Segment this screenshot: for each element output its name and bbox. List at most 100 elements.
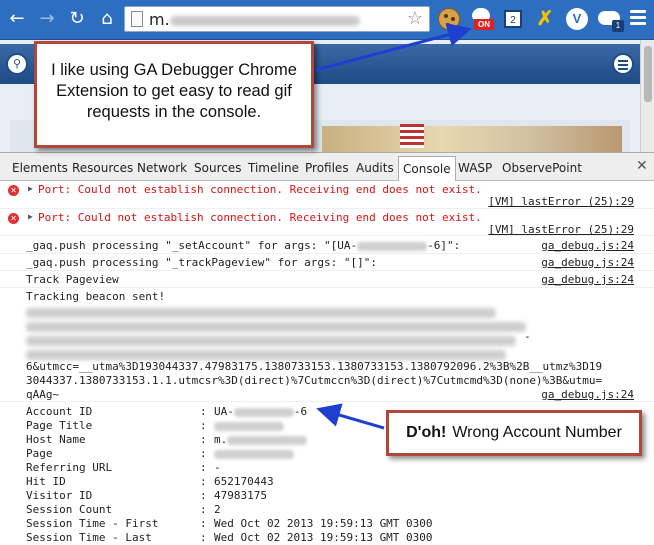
- field-separator: :: [200, 405, 207, 418]
- field-row: Session Time - First: Wed Oct 02 2013 19:…: [0, 517, 654, 531]
- field-value-text: 2: [214, 503, 221, 516]
- field-value: UA- -6: [214, 405, 307, 418]
- log-source-link[interactable]: ga_debug.js:24: [541, 273, 634, 286]
- field-label: Referring URL: [26, 461, 113, 474]
- back-arrow-icon[interactable]: ←: [6, 8, 28, 30]
- field-label: Account ID: [26, 405, 93, 418]
- console-beacon-row: Tracking beacon sent! - 6&utmcc=__utma%3…: [0, 288, 654, 402]
- page-scroll-thumb[interactable]: [644, 46, 652, 102]
- field-separator: :: [200, 517, 207, 530]
- tab-resources[interactable]: Resources: [72, 160, 133, 176]
- beacon-redacted-line: [26, 308, 496, 318]
- annotation-callout-ga-debugger: I like using GA Debugger Chrome Extensio…: [34, 41, 314, 148]
- field-value: -: [214, 461, 221, 474]
- field-separator: :: [200, 419, 207, 432]
- field-separator: :: [200, 475, 207, 488]
- field-value-redacted: [227, 435, 308, 445]
- field-value: 652170443: [214, 475, 274, 488]
- home-icon[interactable]: ⌂: [96, 8, 118, 30]
- console-panel: ✕ ▶ Port: Could not establish connection…: [0, 181, 654, 545]
- annotation-callout-wrong-account: D'oh! Wrong Account Number: [386, 410, 642, 456]
- field-separator: :: [200, 447, 207, 460]
- devtools-close-icon[interactable]: ✕: [636, 158, 648, 174]
- tab-timeline[interactable]: Timeline: [248, 160, 299, 176]
- chrome-menu-icon[interactable]: [630, 10, 646, 28]
- error-icon: ✕: [8, 213, 19, 224]
- beacon-dash: -: [524, 330, 531, 343]
- field-label: Session Time - Last: [26, 531, 152, 544]
- field-label: Visitor ID: [26, 489, 93, 502]
- field-value-text: Wed Oct 02 2013 19:59:13 GMT 0300: [214, 531, 433, 544]
- field-value: 2: [214, 503, 221, 516]
- tab-network[interactable]: Network: [137, 160, 187, 176]
- console-log-row: _gaq.push processing "_trackPageview" fo…: [0, 254, 654, 271]
- tab-audits[interactable]: Audits: [356, 160, 394, 176]
- error-source-link[interactable]: [VM] lastError (25):29: [488, 223, 634, 236]
- field-label: Session Count: [26, 503, 113, 516]
- doh-label: D'oh!: [406, 424, 447, 441]
- tab-wasp[interactable]: WASP: [458, 160, 492, 176]
- reload-icon[interactable]: ↻: [66, 8, 88, 30]
- error-icon: ✕: [8, 185, 19, 196]
- console-error-row: ✕ ▶ Port: Could not establish connection…: [0, 209, 654, 236]
- cloud-extension-icon[interactable]: 1: [598, 8, 624, 32]
- beacon-redacted-line: [26, 322, 526, 332]
- tab-observepoint[interactable]: ObservePoint: [502, 160, 582, 176]
- url-redacted: [169, 15, 360, 26]
- wrong-account-label: Wrong Account Number: [452, 424, 622, 441]
- beacon-line: 3044337.1380733153.1.1.utmcsr%3D(direct)…: [26, 374, 603, 387]
- address-text: m.: [149, 10, 360, 29]
- field-row: Hit ID:652170443: [0, 475, 654, 489]
- console-error-row: ✕ ▶ Port: Could not establish connection…: [0, 181, 654, 209]
- log-source-link[interactable]: ga_debug.js:24: [541, 239, 634, 252]
- hero-image: [322, 126, 622, 152]
- page-scrollbar[interactable]: [640, 40, 654, 152]
- field-value-text: UA-: [214, 405, 234, 418]
- tab-console[interactable]: Console: [398, 156, 456, 181]
- page-icon: [131, 11, 143, 27]
- v-shield-extension-icon[interactable]: V: [566, 8, 588, 30]
- tab-profiles[interactable]: Profiles: [305, 160, 349, 176]
- flag-image: [400, 124, 424, 148]
- field-row: Session Count:2: [0, 503, 654, 517]
- tab-elements[interactable]: Elements: [12, 160, 68, 176]
- x-extension-icon[interactable]: ✗: [534, 8, 556, 30]
- address-bar[interactable]: m. ☆: [124, 6, 430, 32]
- field-value: [214, 447, 294, 460]
- field-value-redacted: [214, 449, 294, 459]
- field-value-text: Wed Oct 02 2013 19:59:13 GMT 0300: [214, 517, 433, 530]
- expand-triangle-icon[interactable]: ▶: [28, 212, 33, 221]
- tab-extension-icon[interactable]: 2: [504, 10, 522, 28]
- site-search-icon[interactable]: ⚲: [6, 53, 28, 75]
- field-separator: :: [200, 489, 207, 502]
- site-menu-icon[interactable]: [612, 53, 634, 75]
- field-row: Referring URL: -: [0, 461, 654, 475]
- beacon-redacted-line: [26, 336, 516, 346]
- ga-debugger-extension-icon[interactable]: ON: [470, 8, 494, 30]
- cloud-count-badge: 1: [612, 20, 624, 32]
- console-log-row: Track Pageview ga_debug.js:24: [0, 271, 654, 288]
- field-label: Hit ID: [26, 475, 66, 488]
- log-source-link[interactable]: ga_debug.js:24: [541, 256, 634, 269]
- field-separator: :: [200, 531, 207, 544]
- beacon-source-link[interactable]: ga_debug.js:24: [541, 388, 634, 401]
- log-message: Track Pageview: [26, 273, 119, 286]
- error-message: Port: Could not establish connection. Re…: [38, 211, 482, 224]
- console-log-row: _gaq.push processing "_setAccount" for a…: [0, 236, 654, 254]
- field-separator: :: [200, 461, 207, 474]
- forward-arrow-icon[interactable]: →: [36, 8, 58, 30]
- field-label: Page Title: [26, 419, 93, 432]
- field-label: Page: [26, 447, 53, 460]
- error-message: Port: Could not establish connection. Re…: [38, 183, 482, 196]
- bookmark-star-icon[interactable]: ☆: [407, 8, 423, 29]
- account-redacted: [357, 241, 428, 251]
- field-value-text: m.: [214, 433, 228, 446]
- log-message: _gaq.push processing "_setAccount" for a…: [26, 239, 460, 252]
- error-source-link[interactable]: [VM] lastError (25):29: [488, 195, 634, 208]
- tab-sources[interactable]: Sources: [194, 160, 241, 176]
- beacon-redacted-line: [26, 350, 506, 360]
- beacon-line: qAAg~: [26, 388, 60, 401]
- cookie-extension-icon[interactable]: [438, 8, 460, 30]
- field-row: Session Time - Last: Wed Oct 02 2013 19:5…: [0, 531, 654, 545]
- expand-triangle-icon[interactable]: ▶: [28, 184, 33, 193]
